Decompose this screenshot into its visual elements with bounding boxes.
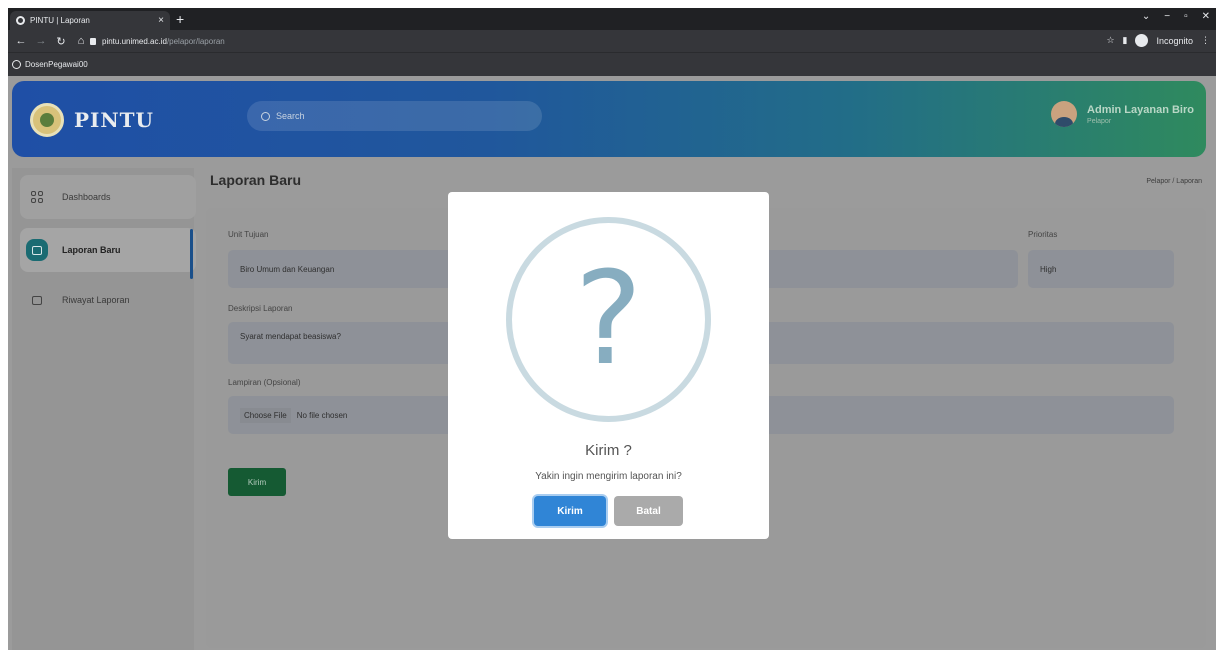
browser-tab[interactable]: PINTU | Laporan × (10, 11, 170, 30)
home-icon[interactable]: ⌂ (74, 35, 88, 47)
cancel-button[interactable]: Batal (614, 496, 683, 526)
close-window-icon[interactable]: ✕ (1202, 11, 1210, 22)
url-host: pintu.unimed.ac.id (102, 36, 167, 46)
priority-select[interactable]: High (1028, 250, 1174, 288)
new-tab-button[interactable]: + (176, 11, 184, 27)
sidebar-item-label: Dashboards (62, 192, 111, 202)
tab-search-icon[interactable]: ⌄ (1142, 11, 1150, 22)
choose-file-button[interactable]: Choose File (240, 407, 291, 423)
bookmark-star-icon[interactable]: ☆ (1106, 35, 1114, 46)
sidebar-item-dashboards[interactable]: Dashboards (20, 175, 196, 219)
user-name: Admin Layanan Biro (1087, 103, 1194, 116)
active-nav-indicator (190, 229, 193, 279)
attachment-label: Lampiran (Opsional) (228, 378, 301, 387)
inbox-icon (26, 289, 48, 311)
page-title: Laporan Baru (210, 172, 302, 188)
university-logo-icon (30, 103, 64, 137)
sidebar-item-laporan-baru[interactable]: Laporan Baru (20, 228, 196, 272)
minimize-icon[interactable]: − (1164, 11, 1170, 22)
browser-toolbar: ← → ↻ ⌂ pintu.unimed.ac.id /pelapor/lapo… (8, 30, 1216, 52)
lock-icon (90, 37, 96, 45)
close-tab-icon[interactable]: × (158, 15, 164, 26)
side-panel-icon[interactable]: ▮ (1123, 35, 1128, 46)
bookmark-item[interactable]: DosenPegawai00 (25, 60, 88, 69)
sidebar-item-riwayat-laporan[interactable]: Riwayat Laporan (20, 278, 196, 322)
dialog-title: Kirim ? (585, 442, 632, 459)
sidebar-item-label: Laporan Baru (62, 245, 121, 255)
confirm-button[interactable]: Kirim (534, 496, 606, 526)
favicon-icon (16, 16, 25, 25)
address-bar[interactable]: pintu.unimed.ac.id /pelapor/laporan (90, 32, 1086, 50)
tab-bar: PINTU | Laporan × + ⌄ − ▫ ✕ (8, 8, 1216, 30)
url-path: /pelapor/laporan (166, 36, 225, 46)
back-arrow-icon[interactable]: ← (14, 35, 28, 47)
file-status: No file chosen (296, 410, 348, 420)
reload-icon[interactable]: ↻ (54, 35, 68, 48)
question-icon: ? (574, 244, 643, 394)
bookmarks-bar: DosenPegawai00 (8, 52, 1216, 76)
search-placeholder: Search (276, 111, 305, 121)
forward-arrow-icon[interactable]: → (34, 35, 48, 47)
sidebar: Dashboards Laporan Baru Riwayat Laporan (12, 168, 196, 650)
inbox-icon (26, 239, 48, 261)
brand[interactable]: PINTU (30, 103, 154, 137)
breadcrumb[interactable]: Pelapor / Laporan (1146, 178, 1202, 185)
user-role: Pelapor (1087, 117, 1112, 125)
dashboard-grid-icon (26, 186, 48, 208)
sidebar-item-label: Riwayat Laporan (62, 295, 130, 305)
submit-button[interactable]: Kirim (228, 468, 286, 496)
search-icon (261, 111, 270, 121)
user-profile[interactable]: Admin Layanan Biro Pelapor (1051, 101, 1194, 127)
top-margin (0, 0, 1216, 8)
menu-kebab-icon[interactable]: ⋮ (1201, 35, 1210, 46)
description-label: Deskripsi Laporan (228, 304, 293, 313)
browser-chrome: PINTU | Laporan × + ⌄ − ▫ ✕ ← → ↻ ⌂ pint… (8, 8, 1216, 76)
search-input[interactable]: Search (247, 101, 542, 131)
dialog-actions: Kirim Batal (448, 496, 769, 526)
tab-title: PINTU | Laporan (30, 16, 90, 25)
dialog-message: Yakin ingin mengirim laporan ini? (535, 471, 682, 482)
incognito-label: Incognito (1156, 35, 1193, 46)
priority-label: Prioritas (1028, 230, 1058, 239)
confirm-dialog: ? Kirim ? Yakin ingin mengirim laporan i… (448, 192, 769, 539)
globe-icon (12, 60, 21, 69)
incognito-icon (1135, 34, 1149, 47)
window-controls: ⌄ − ▫ ✕ (1142, 11, 1210, 22)
avatar (1051, 101, 1078, 127)
brand-name: PINTU (74, 108, 154, 132)
unit-label: Unit Tujuan (228, 230, 269, 239)
user-text: Admin Layanan Biro Pelapor (1087, 104, 1194, 125)
toolbar-actions: ☆ ▮ Incognito ⋮ (1106, 34, 1210, 47)
app-header: PINTU Search Admin Layanan Biro Pelapor (12, 81, 1206, 157)
restore-icon[interactable]: ▫ (1184, 11, 1188, 22)
